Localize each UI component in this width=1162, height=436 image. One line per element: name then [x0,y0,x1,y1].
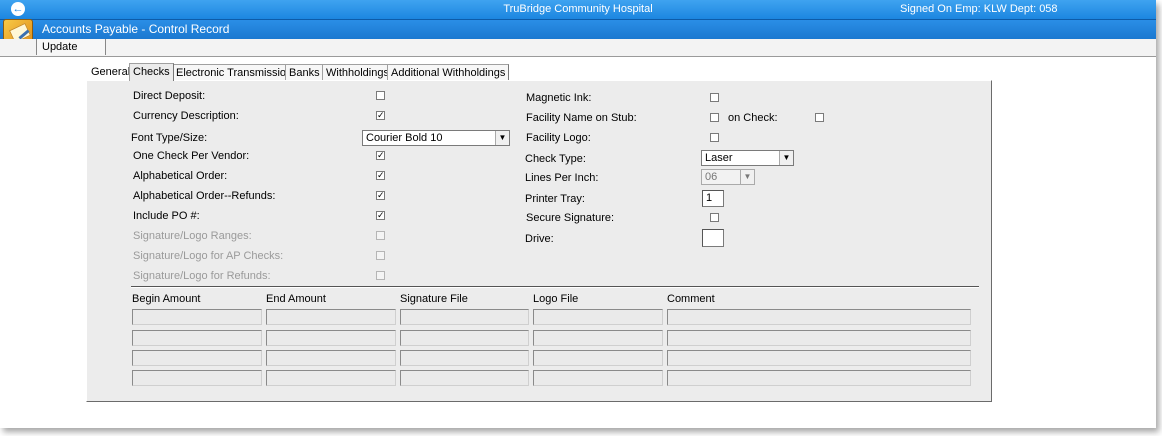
signature-logo-ap-checks-checkbox [376,251,385,260]
currency-description-label: Currency Description: [133,110,239,122]
magnetic-ink-checkbox[interactable] [710,93,719,102]
drive-label: Drive: [525,233,554,245]
check-type-value: Laser [705,152,733,164]
grid-cell[interactable] [667,350,971,366]
grid-cell[interactable] [533,309,663,325]
printer-tray-label: Printer Tray: [525,193,585,205]
update-menu[interactable]: Update [36,39,106,55]
grid-cell[interactable] [533,350,663,366]
secure-signature-checkbox[interactable] [710,213,719,222]
alphabetical-order-refunds-label: Alphabetical Order--Refunds: [133,190,276,202]
secure-signature-label: Secure Signature: [526,212,615,224]
include-po-checkbox[interactable]: ✓ [376,211,385,220]
check-type-label: Check Type: [525,153,586,165]
signature-logo-ranges-label: Signature/Logo Ranges: [133,230,252,242]
system-title-bar: ← TruBridge Community Hospital Signed On… [0,0,1156,19]
grid-cell[interactable] [533,330,663,346]
printer-tray-input[interactable]: 1 [702,190,724,207]
one-check-per-vendor-label: One Check Per Vendor: [133,150,250,162]
grid-cell[interactable] [132,309,262,325]
module-title: Accounts Payable - Control Record [42,22,230,36]
grid-cell[interactable] [400,330,529,346]
grid-cell[interactable] [667,370,971,386]
on-check-checkbox[interactable] [815,113,824,122]
lines-per-inch-label: Lines Per Inch: [525,172,599,184]
signature-logo-refunds-checkbox [376,271,385,280]
facility-logo-label: Facility Logo: [526,132,591,144]
alphabetical-order-checkbox[interactable]: ✓ [376,171,385,180]
chevron-down-icon[interactable]: ▼ [779,151,793,165]
lines-per-inch-select: 06 ▼ [701,169,755,185]
tab-general[interactable]: General [88,64,133,80]
tab-banks[interactable]: Banks [285,64,324,80]
grid-cell[interactable] [533,370,663,386]
one-check-per-vendor-checkbox[interactable]: ✓ [376,151,385,160]
check-type-select[interactable]: Laser ▼ [701,150,794,166]
currency-description-checkbox[interactable]: ✓ [376,111,385,120]
grid-cell[interactable] [667,330,971,346]
tab-electronic-transmission[interactable]: Electronic Transmission [172,64,297,80]
font-type-size-label: Font Type/Size: [131,132,208,144]
alphabetical-order-refunds-checkbox[interactable]: ✓ [376,191,385,200]
grid-cell[interactable] [400,309,529,325]
signature-logo-ap-checks-label: Signature/Logo for AP Checks: [133,250,284,262]
begin-amount-header: Begin Amount [132,293,201,305]
module-header: Accounts Payable - Control Record [0,19,1156,39]
font-type-size-value: Courier Bold 10 [366,132,443,144]
drive-input[interactable] [702,229,724,247]
grid-cell[interactable] [266,370,396,386]
signature-logo-refunds-label: Signature/Logo for Refunds: [133,270,271,282]
tab-checks[interactable]: Checks [129,63,174,81]
signature-logo-ranges-checkbox [376,231,385,240]
logo-file-header: Logo File [533,293,579,305]
grid-cell[interactable] [132,330,262,346]
direct-deposit-label: Direct Deposit: [133,90,206,102]
comment-header: Comment [667,293,715,305]
facility-name-on-stub-label: Facility Name on Stub: [526,112,637,124]
end-amount-header: End Amount [266,293,326,305]
alphabetical-order-label: Alphabetical Order: [133,170,228,182]
facility-logo-checkbox[interactable] [710,133,719,142]
magnetic-ink-label: Magnetic Ink: [526,92,592,104]
on-check-label: on Check: [728,112,778,124]
signature-file-header: Signature File [400,293,468,305]
tab-additional-withholdings[interactable]: Additional Withholdings [387,64,510,80]
lines-per-inch-value: 06 [705,171,718,183]
font-type-size-select[interactable]: Courier Bold 10 ▼ [362,130,510,146]
grid-cell[interactable] [400,370,529,386]
grid-cell[interactable] [400,350,529,366]
direct-deposit-checkbox[interactable] [376,91,385,100]
facility-name-on-stub-checkbox[interactable] [710,113,719,122]
include-po-label: Include PO #: [133,210,200,222]
grid-cell[interactable] [266,309,396,325]
grid-cell[interactable] [132,350,262,366]
grid-cell[interactable] [132,370,262,386]
grid-cell[interactable] [266,350,396,366]
signon-status: Signed On Emp: KLW Dept: 058 [900,3,1058,15]
chevron-down-icon: ▼ [740,170,754,184]
grid-cell[interactable] [266,330,396,346]
grid-cell[interactable] [667,309,971,325]
menu-bar: Update [0,39,1156,57]
section-divider [131,286,979,288]
chevron-down-icon[interactable]: ▼ [495,131,509,145]
tab-withholdings[interactable]: Withholdings [322,64,393,80]
